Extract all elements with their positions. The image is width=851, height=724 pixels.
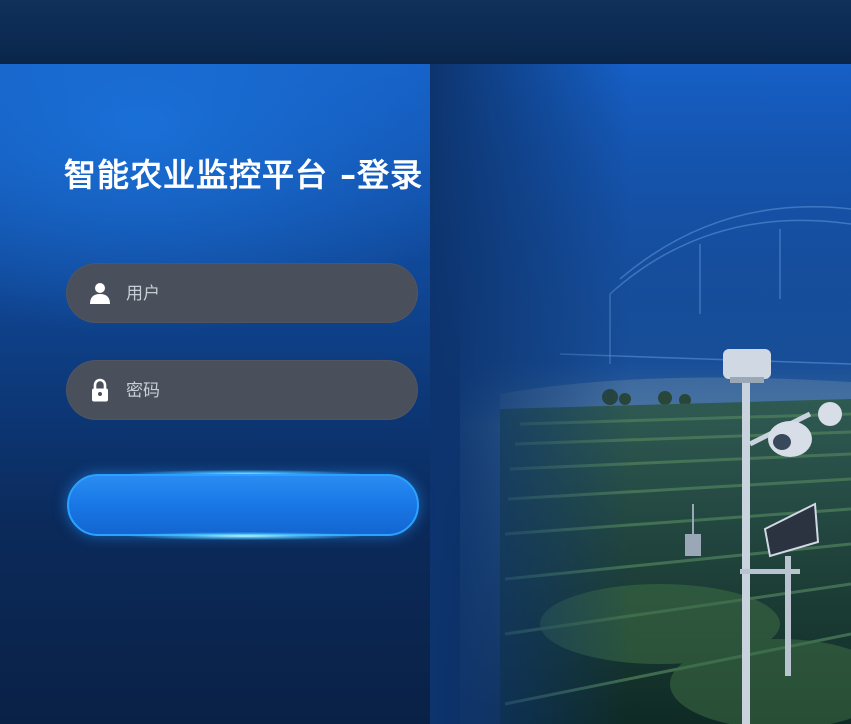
password-input[interactable] — [124, 360, 408, 422]
username-field[interactable] — [66, 263, 418, 325]
user-icon — [88, 281, 112, 305]
top-banner — [0, 0, 851, 66]
username-input[interactable] — [124, 263, 408, 325]
login-button[interactable] — [67, 474, 419, 536]
lock-icon — [88, 378, 112, 402]
button-glow-bottom — [130, 532, 360, 540]
password-field[interactable] — [66, 360, 418, 422]
scene-fade-overlay — [430, 64, 630, 724]
page-title: 智能农业监控平台 –登录 — [64, 156, 424, 194]
